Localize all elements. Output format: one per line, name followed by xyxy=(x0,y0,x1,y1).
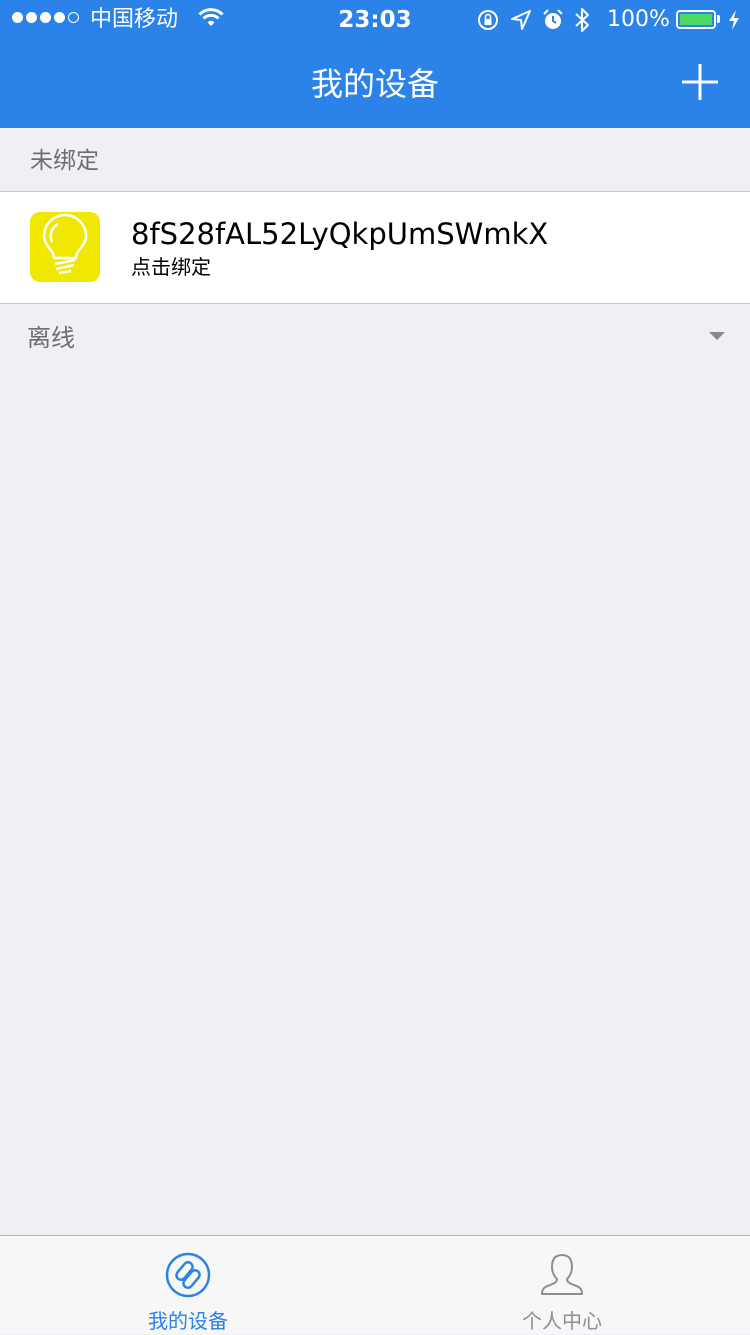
link-icon xyxy=(164,1251,212,1299)
device-bind-hint: 点击绑定 xyxy=(131,255,211,279)
section-label: 离线 xyxy=(27,324,75,352)
battery-level-fill xyxy=(680,14,712,25)
plus-icon xyxy=(682,64,718,100)
tab-personal-center[interactable]: 个人中心 xyxy=(462,1236,662,1335)
lightbulb-icon xyxy=(30,212,100,282)
tab-bar: 我的设备 个人中心 xyxy=(0,1235,750,1334)
person-icon xyxy=(538,1251,586,1299)
section-header-offline[interactable]: 离线 xyxy=(0,304,750,368)
rotation-lock-icon xyxy=(476,8,500,36)
tab-label: 我的设备 xyxy=(148,1309,228,1333)
battery-percentage: 100% xyxy=(607,7,670,32)
section-header-unbound: 未绑定 xyxy=(0,128,750,192)
section-label: 未绑定 xyxy=(30,148,99,174)
tab-my-devices[interactable]: 我的设备 xyxy=(88,1236,288,1335)
charging-icon xyxy=(727,9,741,35)
navigation-bar: 中国移动 23:03 100% 我的设备 xyxy=(0,0,750,128)
add-device-button[interactable] xyxy=(678,60,722,104)
location-icon xyxy=(510,9,532,35)
bluetooth-icon xyxy=(574,7,590,37)
triangle-down-icon xyxy=(709,332,725,340)
page-title: 我的设备 xyxy=(310,65,439,103)
tab-label: 个人中心 xyxy=(522,1309,602,1333)
status-bar: 中国移动 23:03 100% xyxy=(0,0,750,40)
device-name: 8fS28fAL52LyQkpUmSWmkX xyxy=(131,217,549,251)
device-list-item[interactable]: 8fS28fAL52LyQkpUmSWmkX 点击绑定 xyxy=(0,192,750,304)
alarm-icon xyxy=(542,9,564,35)
battery-icon xyxy=(676,10,716,29)
